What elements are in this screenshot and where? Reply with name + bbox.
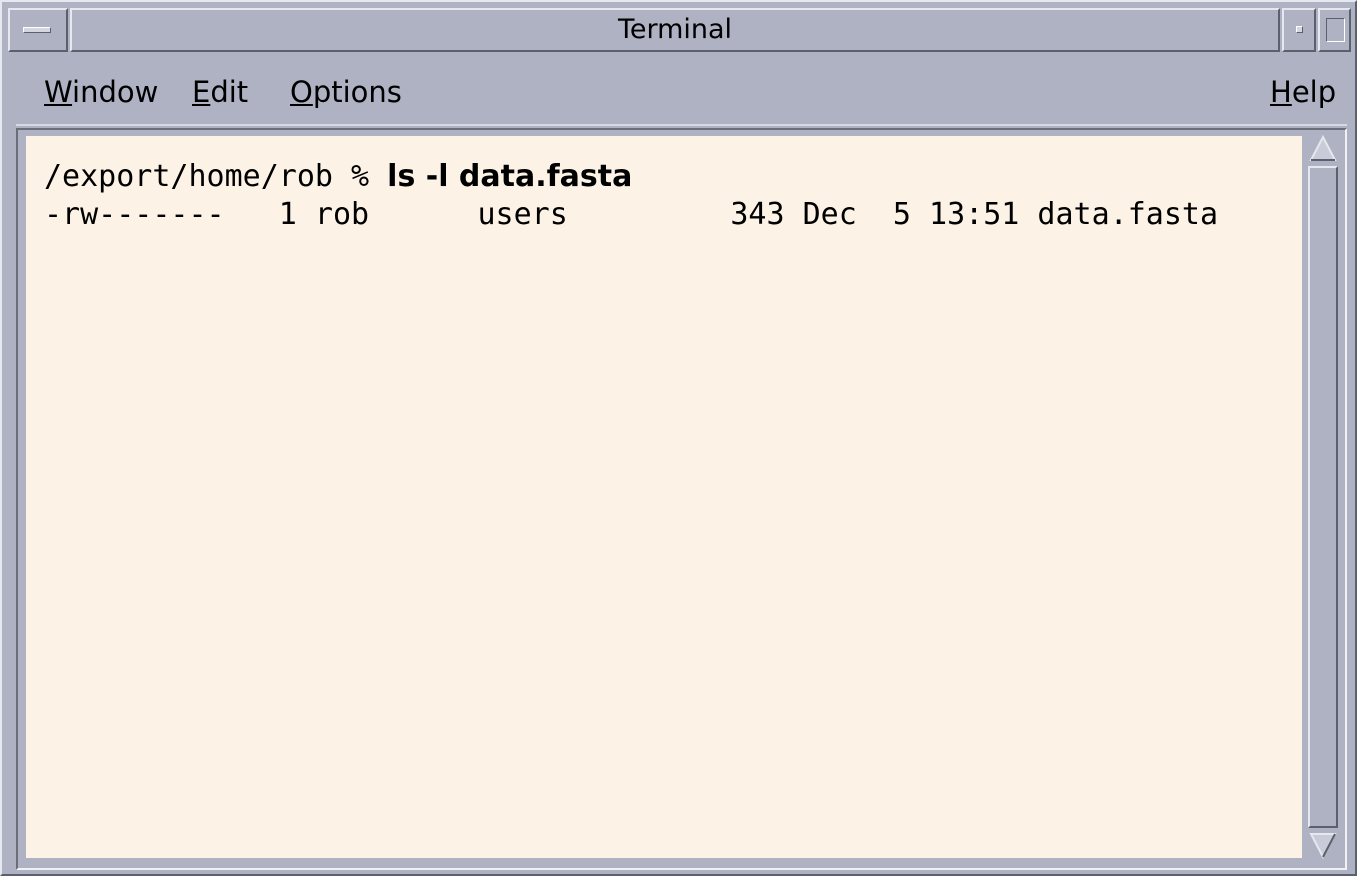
menu-options-mnemonic: O (290, 75, 313, 109)
vertical-scrollbar[interactable] (1308, 134, 1339, 860)
menu-edit-mnemonic: E (192, 75, 211, 109)
window-title[interactable]: Terminal (70, 8, 1280, 52)
maximize-icon (1326, 18, 1345, 42)
menu-edit-label: dit (210, 75, 249, 109)
menu-options-label: ptions (312, 75, 402, 109)
menu-help[interactable]: Help (1270, 72, 1336, 112)
terminal-output-line: -rw------- 1 rob users 343 Dec 5 13:51 d… (44, 197, 1218, 232)
menu-edit[interactable]: Edit (192, 72, 248, 112)
menu-window-mnemonic: W (44, 75, 73, 109)
menu-bar: Window Edit Options Help (16, 60, 1347, 126)
scrollbar-thumb[interactable] (1308, 166, 1338, 828)
scroll-up-arrow-icon[interactable] (1308, 134, 1338, 164)
menu-window-label: indow (72, 75, 159, 109)
shell-command: ls -l data.fasta (387, 159, 633, 194)
menu-help-mnemonic: H (1270, 75, 1292, 109)
terminal-window: Terminal Window Edit Options Help /expor… (0, 0, 1357, 876)
scroll-down-arrow-icon[interactable] (1308, 830, 1338, 860)
title-bar[interactable]: Terminal (8, 8, 1351, 54)
minimize-button[interactable] (1282, 8, 1316, 52)
maximize-button[interactable] (1318, 8, 1351, 52)
window-menu-button[interactable] (8, 8, 68, 52)
terminal-area[interactable]: /export/home/rob % ls -l data.fasta -rw-… (26, 136, 1302, 858)
terminal-command-line: /export/home/rob % ls -l data.fasta (44, 158, 632, 196)
terminal-frame: /export/home/rob % ls -l data.fasta -rw-… (16, 128, 1347, 870)
menu-window[interactable]: Window (44, 72, 158, 112)
shell-prompt: /export/home/rob % (44, 159, 388, 194)
menu-options[interactable]: Options (290, 72, 402, 112)
window-menu-icon (23, 27, 51, 33)
minimize-icon (1296, 26, 1303, 33)
menu-help-label: elp (1291, 75, 1337, 109)
